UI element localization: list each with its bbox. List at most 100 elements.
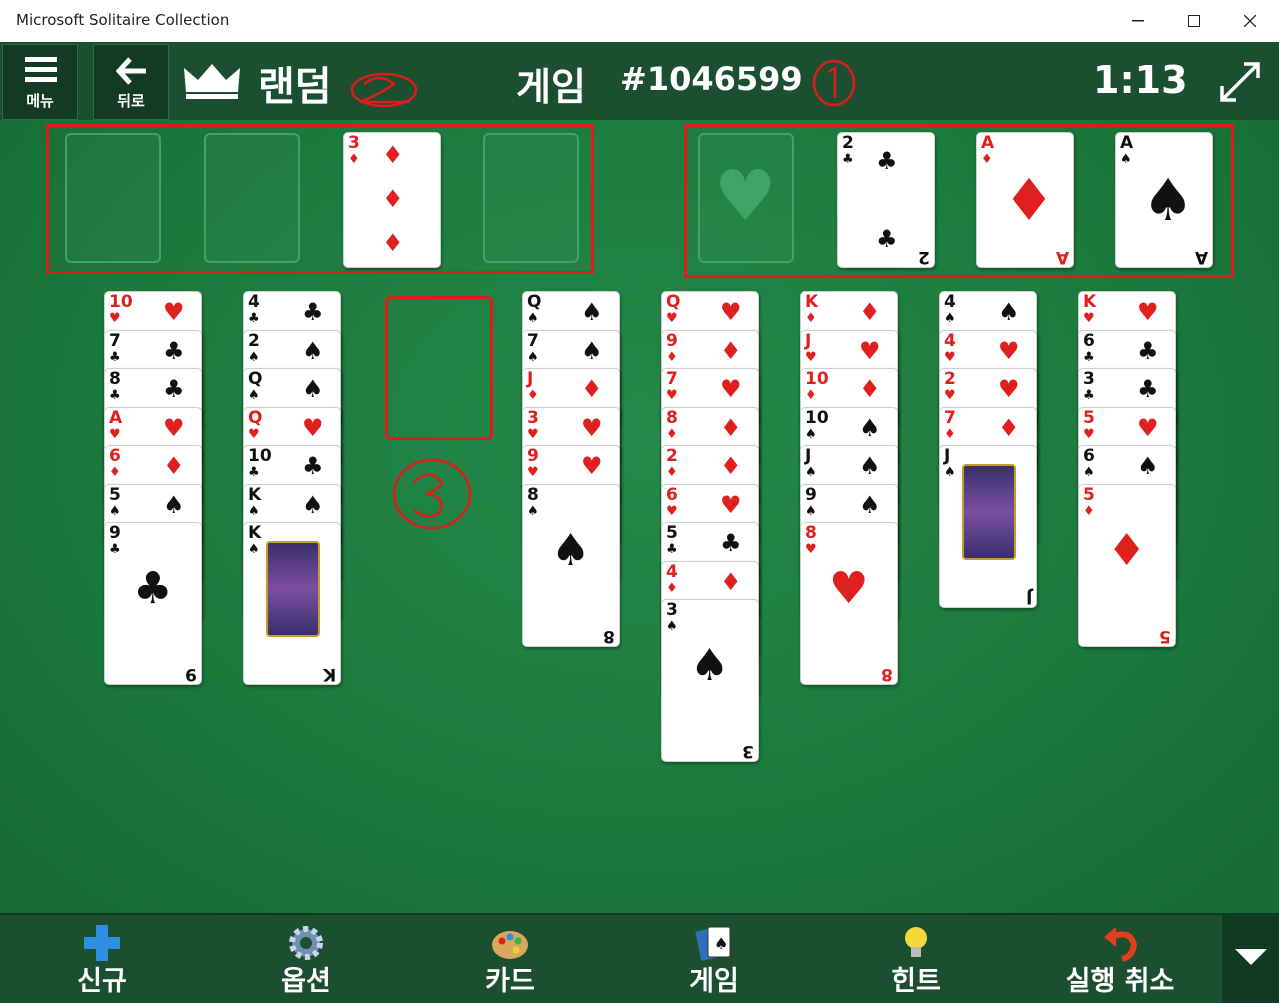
card-pip: ♥ [163,413,185,442]
card-suit: ♣ [666,542,678,557]
card-rank: 9 [805,484,817,505]
card-center-pip: ♦ [1107,524,1147,576]
tableau-card[interactable]: 8 ♠ ♠ 8 [522,483,620,647]
card-pip: ♥ [998,375,1020,403]
crown-icon [184,64,240,99]
card-rank: 10 [805,369,829,389]
card-suit: ♣ [109,349,121,365]
card-suit: ♥ [109,311,121,326]
card-suit: ♥ [248,426,260,442]
card-center-pip: ♥ [829,563,869,614]
card-pip: ♦ [720,452,742,480]
maximize-button[interactable] [1166,0,1222,42]
card-suit: ♠ [109,503,121,519]
card-suit: ♦ [944,426,956,442]
window-title: Microsoft Solitaire Collection [16,11,230,29]
card-pip: ♣ [720,529,742,557]
card-pip: ♣ [163,336,185,365]
card-pip: ♥ [720,490,742,519]
card-pip: ♥ [720,298,742,326]
hamburger-icon [25,57,57,82]
card-suit: ♠ [527,349,539,365]
card-rank: 7 [109,330,121,351]
card-rank: 6 [109,446,121,466]
card-pip: ♦ [859,298,881,326]
game-label: 게임 [516,65,586,109]
undo-button[interactable]: 실행 취소 [1030,915,1210,1003]
card-suit: ♠ [666,619,678,634]
card-rank: Q [527,292,542,312]
card-pip: ♠ [998,298,1020,326]
card-pip: ♠ [302,490,324,519]
card-pip: ♦ [581,375,603,403]
minimize-icon [1132,20,1144,22]
game-button[interactable]: ♠ 게임 [624,915,804,1003]
card-pip: ♦ [720,413,742,442]
card-rank: J [805,446,812,466]
card-suit: ♦ [109,465,121,480]
tableau-card[interactable]: K ♠ K [243,522,341,685]
card-pip: ♣ [163,375,185,403]
back-arrow-icon [116,57,146,85]
card-rank: Q [248,407,263,428]
new-game-label: 신규 [77,966,127,997]
tableau-empty-column-3[interactable] [385,296,493,440]
card-rank: 8 [109,369,121,389]
card-suit: ♦ [1083,503,1095,519]
card-rank: 2 [666,446,678,466]
card-rank: K [805,292,819,312]
card-rank: Q [666,292,681,312]
card-suit: ♥ [527,426,539,442]
card-rank: 10 [248,446,272,466]
game-mode: 랜덤 [258,64,332,110]
card-rank: 7 [666,369,678,389]
card-pip: ♠ [859,413,881,442]
card-suit: ♥ [944,349,956,365]
card-pip: ♦ [720,336,742,365]
tableau-card[interactable]: 9 ♣ ♣ 9 [104,522,202,685]
card-rank: 3 [1083,369,1095,389]
tableau-card[interactable]: J ♠ J [939,445,1037,608]
tableau-card[interactable]: 3 ♠ ♠ 3 [661,599,759,762]
card-rank-bottom: 8 [881,664,893,684]
fullscreen-icon[interactable] [1218,60,1262,104]
card-suit: ♥ [527,465,539,480]
tableau-card[interactable]: 8 ♥ ♥ 8 [800,522,898,685]
menu-button[interactable]: 메뉴 [2,44,78,120]
options-button[interactable]: 옵션 [216,915,396,1003]
card-suit: ♠ [248,349,260,365]
game-number: #1046599 [620,60,803,98]
face-card-art [266,541,320,637]
card-rank: 3 [527,407,539,428]
window-title-bar: Microsoft Solitaire Collection [0,0,1279,43]
card-pip: ♥ [720,375,742,403]
card-suit: ♦ [805,388,817,403]
cards-button[interactable]: 카드 [420,915,600,1003]
card-pip: ♦ [998,413,1020,442]
collapse-toolbar-button[interactable] [1222,915,1279,1003]
annotation-number-3 [392,458,472,530]
close-button[interactable] [1222,0,1278,42]
annotation-number-1 [812,59,856,107]
hint-button[interactable]: 힌트 [826,915,1006,1003]
new-game-button[interactable]: 신규 [12,915,192,1003]
card-rank: 2 [944,369,956,389]
card-rank: K [248,484,262,505]
card-suit: ♥ [805,349,817,365]
card-rank: Q [248,369,263,389]
back-button[interactable]: 뒤로 [93,44,169,120]
card-pip: ♥ [998,336,1020,365]
card-pip: ♣ [302,298,324,326]
card-rank: 5 [666,523,678,543]
minimize-button[interactable] [1110,0,1166,42]
card-pip: ♦ [163,452,185,480]
card-rank: 8 [666,407,678,428]
card-rank: 5 [1083,484,1095,505]
card-suit: ♠ [805,426,817,442]
card-pip: ♠ [1137,452,1159,480]
tableau-card[interactable]: 5 ♦ ♦ 5 [1078,483,1176,647]
game-timer: 1:13 [1093,58,1188,102]
card-rank: K [248,523,262,543]
card-rank-bottom: 5 [1159,625,1171,646]
card-pip: ♥ [859,336,881,365]
